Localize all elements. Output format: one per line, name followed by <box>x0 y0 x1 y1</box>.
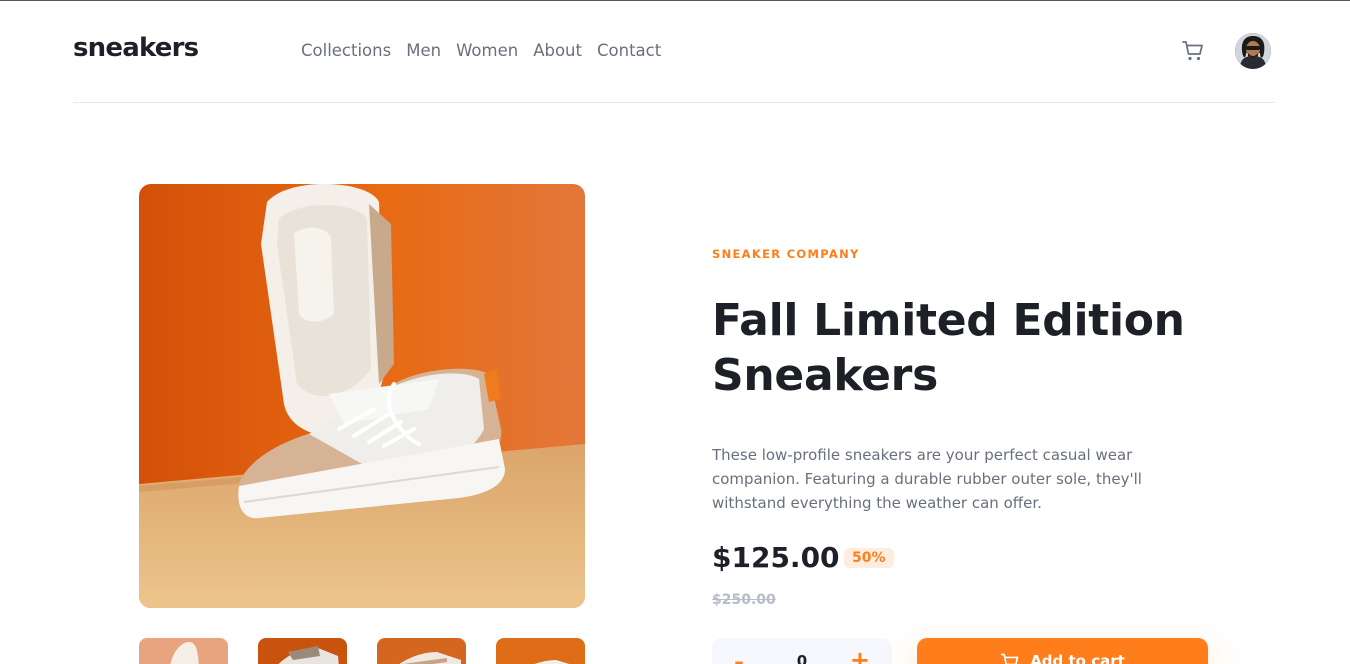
original-price: $250.00 <box>712 592 776 608</box>
quantity-stepper: - 0 + <box>712 638 892 664</box>
product-title: Fall Limited Edition Sneakers <box>712 295 1185 401</box>
thumbnail-3[interactable] <box>377 638 466 664</box>
current-price: $125.00 <box>712 541 840 574</box>
main-nav: Collections Men Women About Contact <box>301 41 661 60</box>
site-header: sneakers Collections Men Women About Con… <box>73 1 1275 103</box>
thumbnail-strip <box>139 638 585 664</box>
increment-button[interactable]: + <box>850 646 870 664</box>
nav-men[interactable]: Men <box>406 41 441 60</box>
add-to-cart-label: Add to cart <box>1030 652 1125 664</box>
thumbnail-1[interactable] <box>139 638 228 664</box>
thumbnail-2[interactable] <box>258 638 347 664</box>
nav-women[interactable]: Women <box>456 41 518 60</box>
nav-collections[interactable]: Collections <box>301 41 391 60</box>
cart-icon[interactable] <box>1181 39 1205 63</box>
thumbnail-4[interactable] <box>496 638 585 664</box>
avatar[interactable] <box>1235 33 1271 69</box>
add-to-cart-button[interactable]: Add to cart <box>917 638 1208 664</box>
product-description: These low-profile sneakers are your perf… <box>712 446 1142 512</box>
logo[interactable]: sneakers <box>73 33 199 63</box>
discount-badge: 50% <box>844 548 894 568</box>
product-main-image[interactable] <box>139 184 585 608</box>
add-cart-icon <box>1000 652 1020 664</box>
nav-contact[interactable]: Contact <box>597 41 661 60</box>
company-label: SNEAKER COMPANY <box>712 247 860 261</box>
nav-about[interactable]: About <box>533 41 582 60</box>
